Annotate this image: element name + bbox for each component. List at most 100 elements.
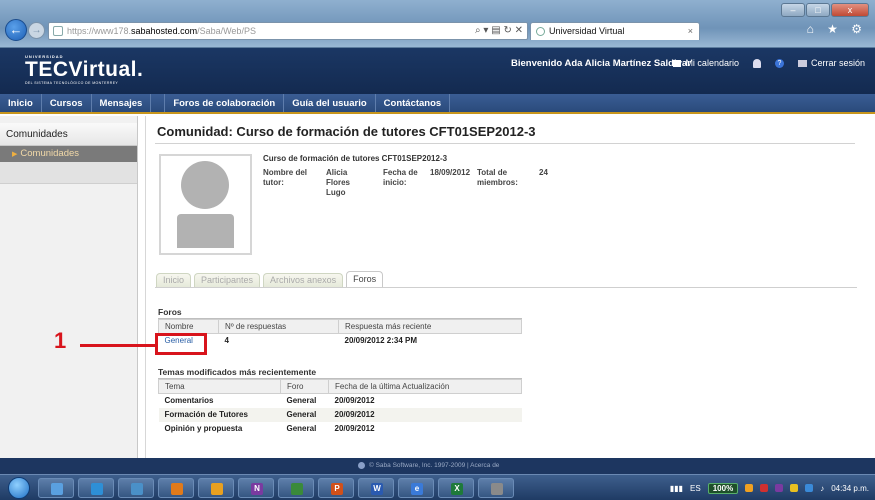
taskbar-app[interactable] <box>198 478 234 498</box>
tray-app-icon[interactable] <box>790 484 799 492</box>
column-header[interactable]: Tema <box>158 379 281 394</box>
avatar-body-icon <box>177 214 234 248</box>
header-links: Mi calendario ? Cerrar sesión <box>673 58 865 68</box>
topic-forum-cell: General <box>280 407 329 422</box>
left-sidebar: Comunidades ▶ Comunidades <box>0 116 138 458</box>
signal-icon[interactable]: ▮▮▮ <box>670 484 683 493</box>
tab-inicio[interactable]: Inicio <box>156 273 192 288</box>
url-domain: sabahosted.com <box>131 26 198 36</box>
tab-favicon-icon <box>536 27 545 36</box>
taskbar-app[interactable] <box>158 478 194 498</box>
tutor-value: Alicia Flores Lugo <box>326 168 351 197</box>
nav-cursos[interactable]: Cursos <box>42 94 92 112</box>
window-controls: – □ x <box>781 3 869 17</box>
main-content: Comunidad: Curso de formación de tutores… <box>145 116 865 458</box>
url-path: /Saba/Web/PS <box>197 26 256 36</box>
members-value: 24 <box>539 168 548 177</box>
taskbar-app[interactable]: P <box>318 478 354 498</box>
community-tabs: Inicio Participantes Archivos anexos For… <box>156 271 384 288</box>
table-row[interactable]: Comentarios General 20/09/2012 <box>159 394 522 408</box>
column-header[interactable]: Respuesta más reciente <box>338 319 522 334</box>
column-header[interactable]: Nº de respuestas <box>218 319 339 334</box>
tab-close-icon[interactable]: × <box>688 23 693 40</box>
sidebar-item-comunidades[interactable]: ▶ Comunidades <box>0 146 137 162</box>
nav-foros[interactable]: Foros de colaboración <box>165 94 285 112</box>
topic-cell: Formación de Tutores <box>158 407 281 422</box>
tutor-label: Nombre del tutor: <box>263 168 308 187</box>
tray-app-icon[interactable] <box>775 484 784 492</box>
nav-guia[interactable]: Guía del usuario <box>284 94 376 112</box>
forward-button[interactable]: → <box>28 22 45 39</box>
app-icon <box>211 483 223 495</box>
address-tools-icon[interactable]: ⌕ ▾ ▤ ↻ ✕ <box>475 23 523 39</box>
maximize-button[interactable]: □ <box>806 3 830 17</box>
minimize-button[interactable]: – <box>781 3 805 17</box>
nav-mensajes[interactable]: Mensajes <box>92 94 152 112</box>
taskbar-apps: N P W e X <box>38 478 514 498</box>
start-date-value: 18/09/2012 <box>430 168 471 177</box>
column-header[interactable]: Fecha de la última Actualización <box>328 379 522 394</box>
close-window-button[interactable]: x <box>831 3 869 17</box>
taskbar-app[interactable]: N <box>238 478 274 498</box>
browser-tab[interactable]: Universidad Virtual × <box>530 22 700 40</box>
welcome-text: Bienvenido Ada Alicia Martínez Saldivar <box>511 58 691 69</box>
main-navigation: Inicio Cursos Mensajes Foros de colabora… <box>0 94 875 114</box>
tecvirtual-logo[interactable]: UNIVERSIDAD TECVirtual. DEL SISTEMA TECN… <box>25 54 143 85</box>
taskbar-app[interactable] <box>78 478 114 498</box>
logout-icon <box>797 59 807 67</box>
volume-icon[interactable]: ♪ <box>820 484 824 493</box>
table-row: General 4 20/09/2012 2:34 PM <box>159 334 522 348</box>
start-button-icon[interactable] <box>8 477 30 499</box>
nav-contactanos[interactable]: Contáctanos <box>376 94 451 112</box>
taskbar-app[interactable] <box>118 478 154 498</box>
user-icon[interactable] <box>752 58 761 68</box>
explorer-icon <box>51 483 63 495</box>
taskbar-app[interactable] <box>478 478 514 498</box>
tray-app-icon[interactable] <box>805 484 814 492</box>
forums-table: Nombre Nº de respuestas Respuesta más re… <box>158 319 522 348</box>
tray-app-icon[interactable] <box>745 484 754 492</box>
avatar-head-icon <box>181 161 229 209</box>
clock[interactable]: 04:34 p.m. <box>831 484 869 493</box>
battery-indicator[interactable]: 100% <box>707 482 739 494</box>
topics-table: Tema Foro Fecha de la última Actualizaci… <box>158 379 522 436</box>
tab-foros[interactable]: Foros <box>346 271 384 288</box>
members-label: Total de miembros: <box>477 168 518 187</box>
topic-forum-cell: General <box>286 396 317 406</box>
powerpoint-icon: P <box>331 483 343 495</box>
internet-explorer-icon: e <box>411 483 423 495</box>
column-header[interactable]: Foro <box>280 379 329 394</box>
calendar-icon <box>673 59 682 67</box>
taskbar-app[interactable]: W <box>358 478 394 498</box>
topic-date-cell: 20/09/2012 <box>334 396 375 406</box>
tab-title: Universidad Virtual <box>549 26 625 36</box>
home-favorites-settings-icon[interactable]: ⌂ ★ ⚙ <box>807 22 867 36</box>
taskbar-app[interactable]: X <box>438 478 474 498</box>
tab-participantes[interactable]: Participantes <box>194 273 261 288</box>
app-icon <box>91 483 103 495</box>
nav-spacer <box>151 94 166 112</box>
annotation-line <box>80 344 157 347</box>
taskbar-app[interactable]: e <box>398 478 434 498</box>
nav-inicio[interactable]: Inicio <box>0 94 42 112</box>
language-indicator[interactable]: ES <box>690 484 701 493</box>
logout-link[interactable]: Cerrar sesión <box>797 58 865 68</box>
address-bar[interactable]: https://www178.sabahosted.com/Saba/Web/P… <box>48 22 528 40</box>
community-avatar <box>159 154 252 255</box>
table-row[interactable]: Opinión y propuesta General 20/09/2012 <box>159 422 522 436</box>
table-row[interactable]: Formación de Tutores General 20/09/2012 <box>158 407 522 422</box>
url-prefix: https://www178. <box>67 26 132 36</box>
sidebar-item-label: Comunidades <box>20 148 80 159</box>
back-button[interactable]: ← <box>5 19 27 41</box>
forum-replies-cell: 4 <box>224 336 229 346</box>
taskbar-app[interactable] <box>278 478 314 498</box>
tray-app-icon[interactable] <box>760 484 769 492</box>
taskbar-app[interactable] <box>38 478 74 498</box>
tab-archivos-anexos[interactable]: Archivos anexos <box>263 273 344 288</box>
app-icon <box>491 483 503 495</box>
windows-taskbar: N P W e X ▮▮▮ ES 100% ♪ 04:34 p.m. <box>0 474 875 500</box>
help-icon[interactable]: ? <box>774 58 784 68</box>
column-header[interactable]: Nombre <box>158 319 219 334</box>
calendar-link[interactable]: Mi calendario <box>673 58 739 68</box>
sidebar-heading: Comunidades <box>0 123 137 146</box>
